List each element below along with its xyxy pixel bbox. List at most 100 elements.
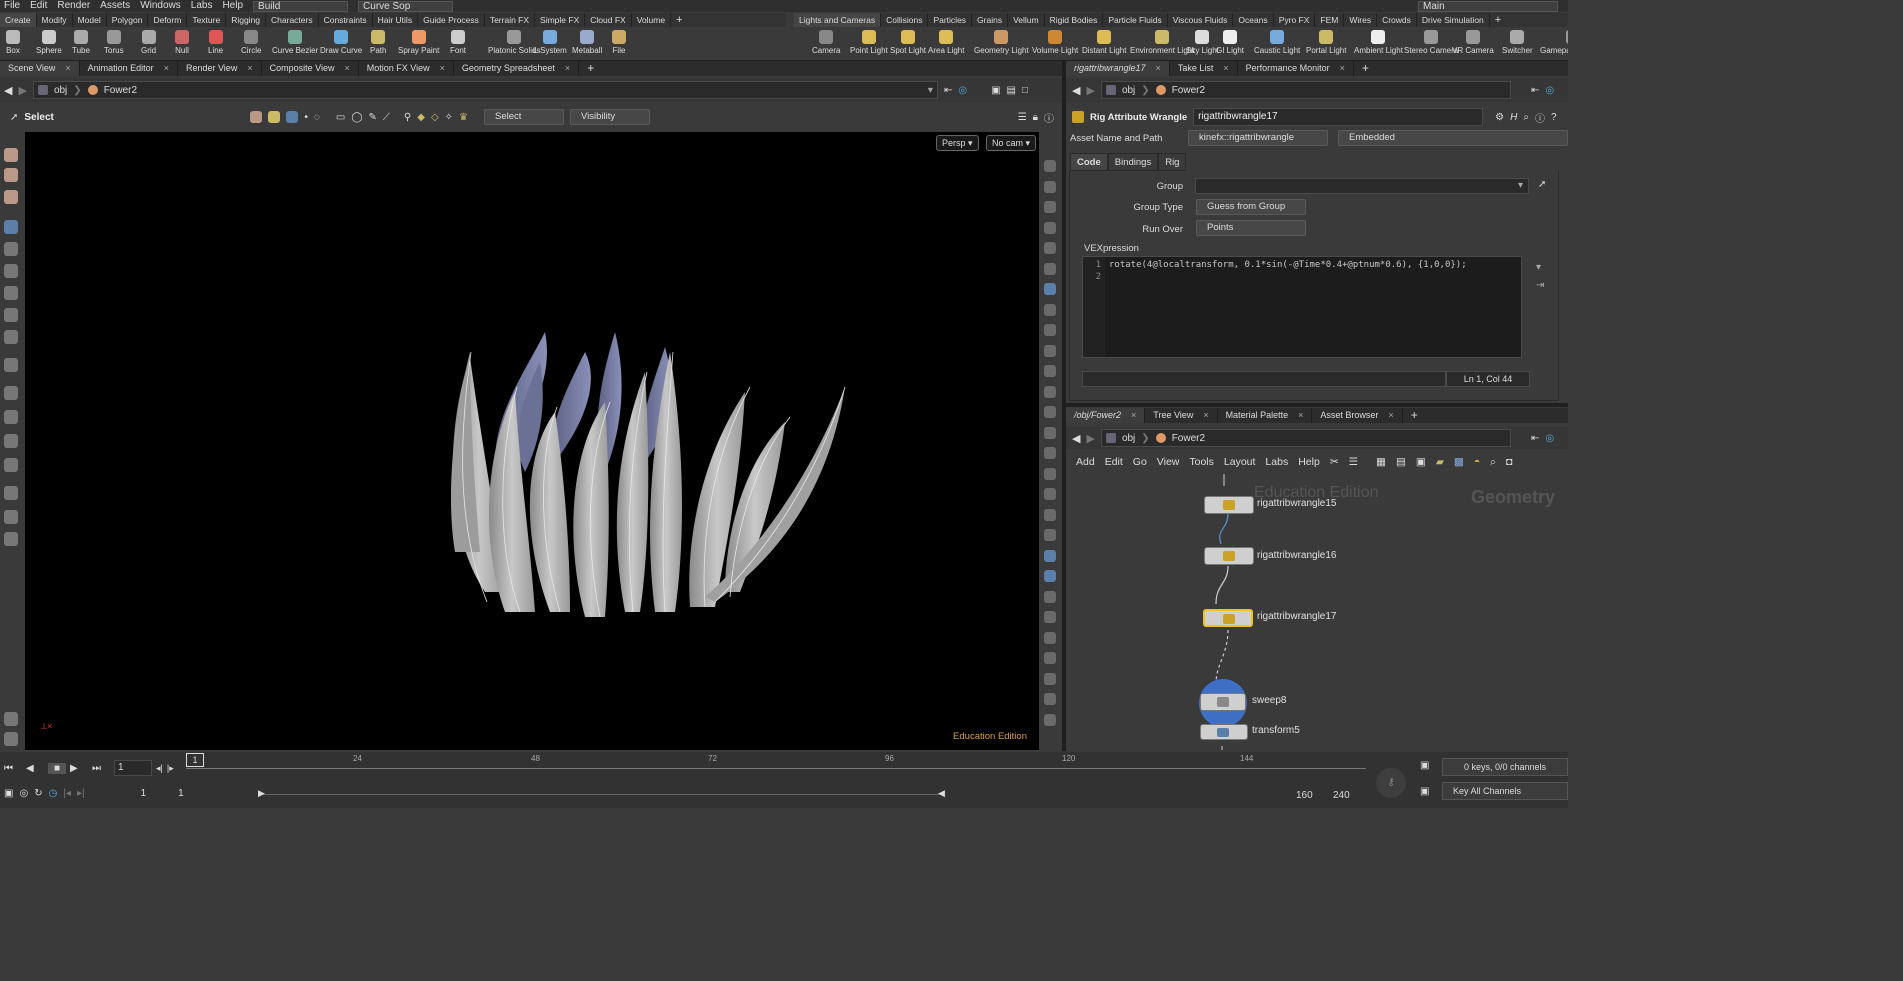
brush-icon[interactable] <box>4 532 18 546</box>
shelf-tool-point-light[interactable]: Point Light <box>850 30 888 55</box>
group-field[interactable] <box>1195 178 1529 194</box>
shelf-tab-viscous-fluids[interactable]: Viscous Fluids <box>1168 13 1234 27</box>
shelf-tab-deform[interactable]: Deform <box>148 13 188 27</box>
key-icon[interactable]: ⚷ <box>1376 768 1406 798</box>
shelf-tab-simple-fx[interactable]: Simple FX <box>535 13 586 27</box>
shelf-tab-characters[interactable]: Characters <box>266 13 319 27</box>
brush-icon[interactable]: ✎ <box>369 112 377 123</box>
shelf-tool-environment-light[interactable]: Environment Light <box>1130 30 1194 55</box>
chevron-down-icon[interactable]: ▾ <box>1518 180 1523 191</box>
shelf-tool-spray-paint[interactable]: Spray Paint <box>398 30 439 55</box>
close-icon[interactable]: × <box>1340 61 1345 76</box>
close-icon[interactable]: × <box>565 61 570 76</box>
time-ruler[interactable]: 1 24 48 72 96 120 144 <box>186 753 1366 778</box>
close-icon[interactable]: × <box>164 61 169 76</box>
shelf-tool-null[interactable]: Null <box>175 30 189 55</box>
shelf-tool-geometry-light[interactable]: Geometry Light <box>974 30 1029 55</box>
tab-material-palette[interactable]: Material Palette × <box>1218 408 1313 423</box>
pose-icon[interactable] <box>4 190 18 204</box>
menu-file[interactable]: File <box>4 1 20 11</box>
shelf-tab-hair-utils[interactable]: Hair Utils <box>373 13 419 27</box>
magnet-4-icon[interactable] <box>4 458 18 472</box>
jump-end-icon[interactable]: ⏭ <box>92 763 110 774</box>
node-rigattribwrangle15[interactable] <box>1204 496 1254 514</box>
display-option-icon[interactable] <box>1044 344 1056 357</box>
display-option-icon[interactable] <box>1044 549 1056 562</box>
stop-icon[interactable]: ■ <box>48 762 66 774</box>
shelf-tab-oceans[interactable]: Oceans <box>1233 13 1274 27</box>
back-arrow-icon[interactable]: ◀ <box>4 84 12 97</box>
link-icon[interactable]: ◎ <box>958 85 967 96</box>
forward-arrow-icon[interactable]: ▶ <box>1086 84 1094 97</box>
node-transform5[interactable] <box>1200 724 1248 740</box>
layout-icon[interactable]: ▤ <box>1007 85 1016 96</box>
group-type-menu[interactable]: Guess from Group <box>1196 199 1306 215</box>
next-key-icon[interactable]: ▸| <box>77 788 85 799</box>
light-icon[interactable] <box>4 732 18 746</box>
display-option-icon[interactable] <box>1044 201 1056 213</box>
shelf-tab-wires[interactable]: Wires <box>1344 13 1378 27</box>
node-sweep8[interactable] <box>1200 693 1246 711</box>
shelf-tab-polygon[interactable]: Polygon <box>107 13 149 27</box>
chevron-down-icon[interactable]: ▾ <box>928 85 937 96</box>
tab-render-view[interactable]: Render View × <box>178 61 262 76</box>
add-tab-icon[interactable]: + <box>579 61 602 76</box>
forward-arrow-icon[interactable]: ▶ <box>1086 432 1094 445</box>
play-reverse-icon[interactable]: ◀ <box>26 763 44 774</box>
tab-bindings[interactable]: Bindings <box>1107 153 1159 171</box>
shelf-tab-terrain-fx[interactable]: Terrain FX <box>485 13 536 27</box>
display-option-icon[interactable] <box>1044 160 1056 172</box>
path-node[interactable]: Fower2 <box>1172 85 1205 96</box>
shelf-tab-create[interactable]: Create <box>0 13 37 27</box>
stamp-icon[interactable] <box>4 486 18 500</box>
network-editor[interactable]: Education Edition Geometry rigattribwran… <box>1066 474 1568 750</box>
dot-icon[interactable]: • <box>304 112 308 123</box>
camera-icon[interactable]: ◘ <box>1506 456 1512 468</box>
display-option-icon[interactable] <box>1044 693 1056 705</box>
shelf-tool-l-system[interactable]: L-System <box>533 30 567 55</box>
select-shrink-icon[interactable]: ✧ <box>445 112 453 123</box>
shelf-tool-camera[interactable]: Camera <box>812 30 840 55</box>
list-icon[interactable]: ☰ <box>1018 112 1027 123</box>
tab-rig[interactable]: Rig <box>1158 153 1187 171</box>
clock-icon[interactable]: ◷ <box>49 788 58 799</box>
range-start-handle[interactable]: ▶ <box>258 788 265 799</box>
shelf-tool-sky-light[interactable]: Sky Light <box>1186 30 1219 55</box>
node-label[interactable]: rigattribwrangle16 <box>1257 550 1337 561</box>
display-option-icon[interactable] <box>1044 672 1056 685</box>
shelf-tab-modify[interactable]: Modify <box>37 13 73 27</box>
display-option-icon[interactable] <box>1044 590 1056 603</box>
close-icon[interactable]: × <box>1203 408 1208 423</box>
select-crown-icon[interactable]: ♛ <box>459 112 468 123</box>
link-icon[interactable]: ◎ <box>1545 433 1554 444</box>
menu-labs[interactable]: Labs <box>1265 456 1288 468</box>
display-option-icon[interactable] <box>1044 611 1056 623</box>
display-option-icon[interactable] <box>1044 180 1056 193</box>
display-option-icon[interactable] <box>1044 303 1056 316</box>
shelf-tool-vr-camera[interactable]: VR Camera <box>1452 30 1494 55</box>
shelf-tool-font[interactable]: Font <box>450 30 466 55</box>
pin-icon[interactable]: ⇤ <box>944 85 952 96</box>
info-icon[interactable]: ⓘ <box>1535 110 1545 125</box>
tab-motion-fx-view[interactable]: Motion FX View × <box>359 61 454 76</box>
tab-code[interactable]: Code <box>1070 153 1108 171</box>
tab-network-view[interactable]: /obj/Fower2 × <box>1066 408 1146 423</box>
help-h-icon[interactable]: H <box>1510 112 1517 123</box>
loop-icon[interactable] <box>4 510 18 524</box>
shelf-tab-drive-simulation[interactable]: Drive Simulation <box>1417 13 1490 27</box>
secure-icon[interactable] <box>268 111 281 123</box>
points-mode-icon[interactable] <box>286 111 299 123</box>
lasso-icon[interactable]: ◯ <box>351 112 362 123</box>
pane-splitter[interactable] <box>1066 403 1568 407</box>
key-channel-icon[interactable]: ▣ <box>1420 786 1429 797</box>
node-label[interactable]: rigattribwrangle15 <box>1257 498 1337 509</box>
close-icon[interactable]: × <box>1156 61 1161 76</box>
add-tab-icon[interactable]: + <box>1403 408 1426 423</box>
tab-take-list[interactable]: Take List × <box>1170 61 1238 76</box>
menu-layout[interactable]: Layout <box>1224 456 1256 468</box>
node-label[interactable]: rigattribwrangle17 <box>1257 611 1337 622</box>
main-desktop-menu[interactable]: Main <box>1418 0 1558 12</box>
end-frame-2[interactable]: 240 <box>1333 790 1350 801</box>
shelf-tab-fem[interactable]: FEM <box>1315 13 1345 27</box>
chevron-down-icon[interactable]: ▾ <box>1536 262 1541 273</box>
